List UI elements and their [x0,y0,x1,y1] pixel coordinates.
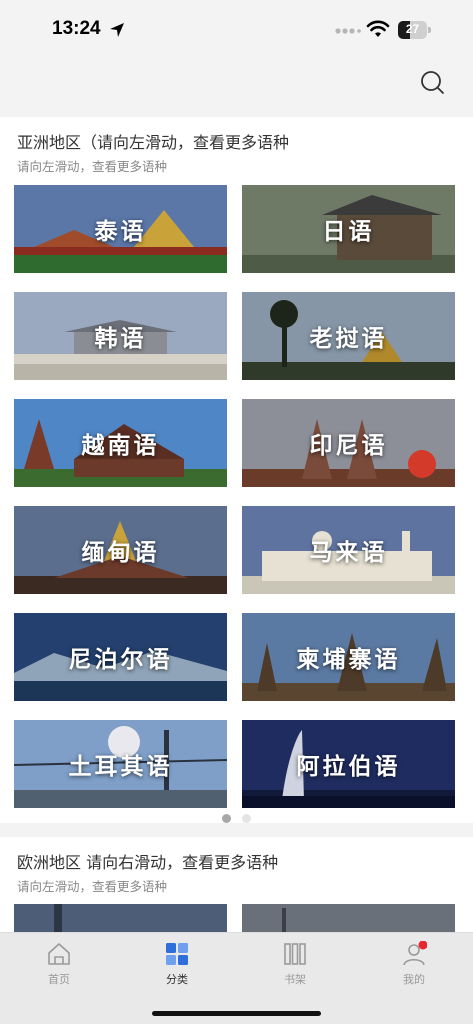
language-label: 韩语 [94,325,147,352]
home-icon [48,943,70,965]
language-label: 老挝语 [309,325,388,352]
language-label: 越南语 [81,432,160,459]
battery-level: 27 [405,22,420,36]
location-arrow-icon [110,23,124,37]
language-card[interactable]: 阿拉伯语 [242,720,455,808]
home-indicator [152,1011,321,1016]
page-indicator [0,814,473,824]
tab-label: 书架 [284,973,306,986]
tab-bookshelf[interactable]: 书架 [236,933,354,993]
language-card[interactable]: 韩语 [14,292,227,380]
language-label: 柬埔寨语 [296,646,401,673]
section-subtitle: 请向左滑动，查看更多语种 [17,879,168,894]
profile-icon [403,941,427,966]
notification-badge [418,941,427,950]
section-subtitle: 请向左滑动，查看更多语种 [17,159,168,174]
battery-icon: 27 [398,21,431,39]
page-dot [242,814,251,823]
language-label: 泰语 [94,218,147,245]
language-card[interactable]: 越南语 [14,399,227,487]
language-card[interactable]: 尼泊尔语 [14,613,227,701]
category-icon [166,943,188,965]
language-card[interactable] [242,904,455,934]
language-label: 印尼语 [309,432,388,459]
section-title: 欧洲地区 请向右滑动，查看更多语种 [17,853,279,872]
section-title: 亚洲地区（请向左滑动，查看更多语种 [17,133,290,152]
tab-label: 我的 [403,973,425,986]
page-dot-active [222,814,231,823]
tab-category[interactable]: 分类 [118,933,236,993]
language-label: 缅甸语 [81,539,160,566]
header [0,60,473,116]
language-label: 日语 [322,218,375,245]
language-card[interactable]: 泰语 [14,185,227,273]
asia-section: 亚洲地区（请向左滑动，查看更多语种 请向左滑动，查看更多语种 泰语 日语韩语 老挝语… [0,117,473,823]
tab-label: 首页 [48,973,70,986]
language-label: 土耳其语 [68,753,173,780]
language-card[interactable]: 土耳其语 [14,720,227,808]
language-card[interactable]: 日语 [242,185,455,273]
language-card[interactable]: 柬埔寨语 [242,613,455,701]
language-card[interactable]: 缅甸语 [14,506,227,594]
language-label: 尼泊尔语 [68,646,173,673]
europe-section: 欧洲地区 请向右滑动，查看更多语种 请向左滑动，查看更多语种 [0,837,473,947]
language-label: 阿拉伯语 [296,753,401,780]
language-card[interactable]: 老挝语 [242,292,455,380]
tab-label: 分类 [166,973,188,986]
status-bar: 13:24 27 [0,0,473,60]
bookshelf-icon [284,943,306,965]
language-label: 马来语 [309,539,388,566]
wifi-icon [366,20,390,37]
language-card[interactable]: 印尼语 [242,399,455,487]
signal-dots-icon [335,28,361,34]
tab-profile[interactable]: 我的 [355,933,473,993]
search-icon[interactable] [418,68,448,98]
status-time: 13:24 [52,18,101,39]
tab-home[interactable]: 首页 [0,933,118,993]
language-card[interactable]: 马来语 [242,506,455,594]
language-card[interactable] [14,904,227,934]
